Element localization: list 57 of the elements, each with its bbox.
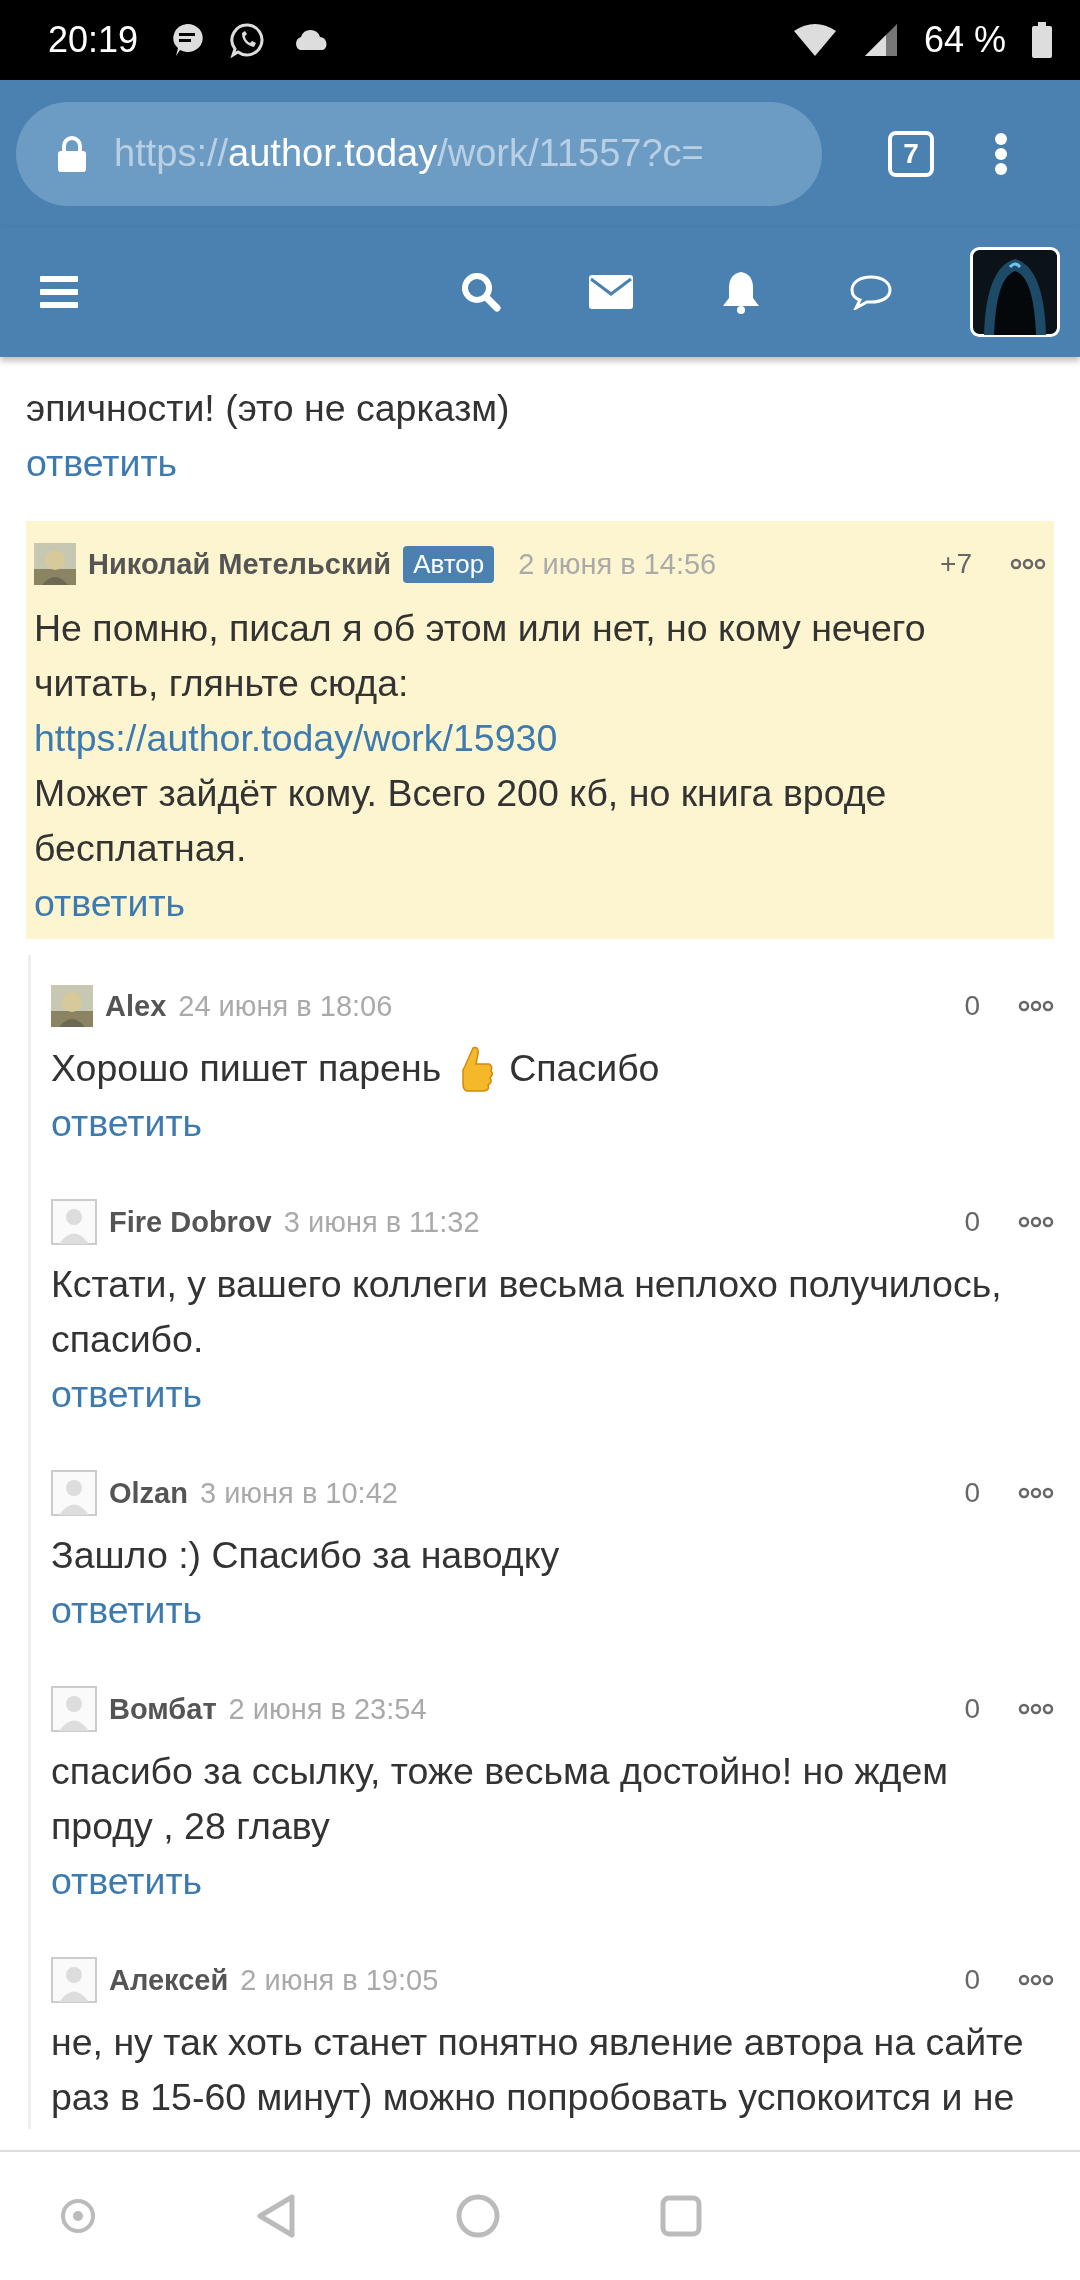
status-time: 20:19 xyxy=(48,19,139,61)
author-name[interactable]: Alex xyxy=(105,989,167,1023)
comment-text: Спасибо xyxy=(509,1046,660,1091)
reply-link[interactable]: ответить xyxy=(34,876,186,931)
more-icon[interactable] xyxy=(1010,558,1046,570)
author-name[interactable]: Алексей xyxy=(109,1963,229,1997)
url-text: https://author.today/work/11557?c= xyxy=(114,132,704,175)
comment-date: 3 июня в 11:32 xyxy=(283,1205,480,1239)
author-badge: Автор xyxy=(403,545,495,583)
author-name[interactable]: Николай Метельский xyxy=(88,547,392,581)
comment-date: 2 июня в 19:05 xyxy=(240,1963,439,1997)
comment-score: 0 xyxy=(964,1693,980,1725)
comment-score: 0 xyxy=(964,1964,980,1996)
battery-icon xyxy=(1032,22,1052,58)
reply-link[interactable]: ответить xyxy=(51,1367,203,1422)
comment-text: эпичности! (это не сарказм) xyxy=(26,386,511,431)
message-icon xyxy=(170,22,205,58)
comment-date: 2 июня в 14:56 xyxy=(518,547,717,581)
more-icon[interactable] xyxy=(1018,1487,1054,1499)
comment-text: спасибо за ссылку, тоже весьма достойно! но ждем проду , 28 главу xyxy=(51,1749,950,1849)
comment-text: Не помню, писал я об этом или нет, но кому нечего читать, гляньте сюда: xyxy=(34,606,927,706)
bell-icon xyxy=(721,270,761,314)
comment-text: Кстати, у вашего коллеги весьма неплохо получилось, спасибо. xyxy=(51,1262,1003,1362)
reply-link[interactable]: ответить xyxy=(51,1854,203,1909)
author-name[interactable]: Fire Dobrov xyxy=(109,1205,272,1239)
search-icon xyxy=(461,272,501,312)
menu-icon[interactable] xyxy=(40,276,78,308)
author-name[interactable]: Olzan xyxy=(109,1476,188,1510)
comment-score: +7 xyxy=(940,548,972,580)
more-icon[interactable] xyxy=(1018,1703,1054,1715)
tab-count-button[interactable]: 7 xyxy=(888,130,934,177)
comment-score: 0 xyxy=(964,1206,980,1238)
comment-date: 2 июня в 23:54 xyxy=(228,1692,427,1726)
comment-text: Может зайдёт кому. Всего 200 кб, но книга вроде бесплатная. xyxy=(34,771,888,871)
speech-bubble-icon xyxy=(849,274,893,310)
reply-link[interactable]: ответить xyxy=(51,1096,203,1151)
menu-icon[interactable] xyxy=(994,131,1008,176)
comment-text: Хорошо пишет парень xyxy=(51,1046,442,1091)
comment-text: не, ну так хоть станет понятно явление автора на сайте раз в 15-60 минут) можно попробовать успокоится и не xyxy=(51,2020,1025,2120)
more-icon[interactable] xyxy=(1018,1000,1054,1012)
reply-link[interactable]: ответить xyxy=(51,1583,203,1638)
reply-link[interactable]: ответить xyxy=(26,436,178,491)
comment-text: Зашло :) Спасибо за наводку xyxy=(51,1533,561,1578)
more-icon[interactable] xyxy=(1018,1216,1054,1228)
envelope-icon xyxy=(589,275,633,309)
comment-date: 3 июня в 10:42 xyxy=(199,1476,398,1510)
lock-icon xyxy=(58,135,86,172)
comment-date: 24 июня в 18:06 xyxy=(178,989,393,1023)
author-name[interactable]: Вомбат xyxy=(109,1692,217,1726)
signal-icon xyxy=(863,23,898,57)
battery-percent: 64 % xyxy=(923,19,1006,61)
url-field[interactable]: https://author.today/work/11557?c= xyxy=(16,101,822,206)
wifi-icon xyxy=(791,23,838,57)
more-icon[interactable] xyxy=(1018,1974,1054,1986)
comment-score: 0 xyxy=(964,1477,980,1509)
comment-score: 0 xyxy=(964,990,980,1022)
comment-link[interactable]: https://author.today/work/15930 xyxy=(34,711,1046,766)
